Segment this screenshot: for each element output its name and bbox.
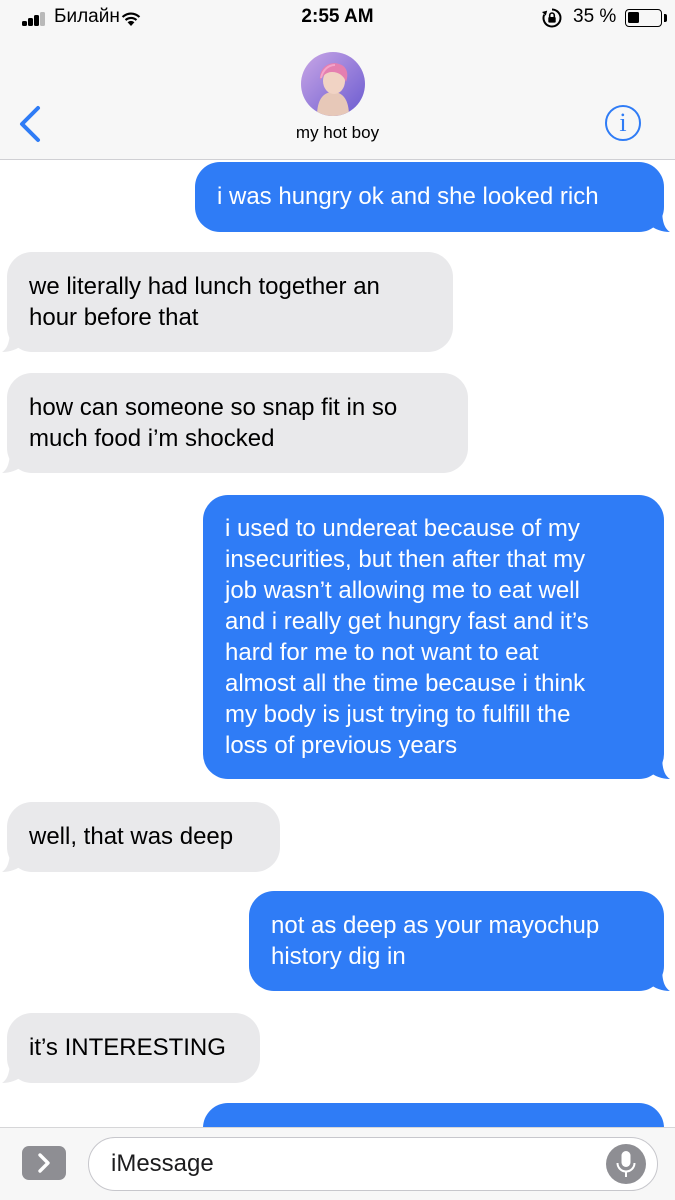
sent-bubble-tail [650, 966, 670, 991]
compose-bar [0, 1127, 675, 1200]
message-line: hour before that [29, 304, 199, 331]
message-input[interactable] [111, 1148, 591, 1180]
message-line: almost all the time because i think [225, 670, 586, 697]
battery-percent: 35 % [573, 6, 617, 27]
message-line: we literally had lunch together an [29, 273, 380, 300]
message-line: it’s INTERESTING [29, 1034, 226, 1061]
conversation-header: my hot boy i [0, 38, 675, 160]
message-bubble[interactable]: how can someone so snap fit in so much f… [7, 373, 468, 473]
message-bubble[interactable]: we literally had lunch together an hour … [7, 252, 453, 352]
battery-fill [628, 12, 639, 23]
battery-icon [625, 9, 662, 27]
message-bubble[interactable]: i was hungry ok and she looked rich [195, 162, 664, 232]
message-line: and i really get hungry fast and it’s [225, 608, 589, 635]
microphone-icon [616, 1151, 636, 1177]
received-bubble-tail [2, 448, 22, 473]
message-field[interactable] [88, 1137, 658, 1191]
sent-bubble-tail [650, 207, 670, 232]
message-bubble[interactable]: well, that was deep [7, 802, 280, 872]
message-line: my body is just trying to fulfill the [225, 701, 571, 728]
messages-screen: Билайн 2:55 AM 35 % my hot boy i i was h… [0, 0, 675, 1200]
contact-name[interactable]: my hot boy [0, 123, 675, 143]
apps-button[interactable] [22, 1146, 66, 1180]
message-bubble[interactable]: not as deep as your mayochup history dig… [249, 891, 664, 991]
battery-tip [664, 14, 667, 22]
message-line: i was hungry ok and she looked rich [217, 183, 599, 210]
message-line: insecurities, but then after that my [225, 546, 586, 573]
received-bubble-tail [2, 1058, 22, 1083]
message-line: much food i’m shocked [29, 425, 275, 452]
message-line: not as deep as your mayochup [271, 912, 600, 939]
status-bar: Билайн 2:55 AM 35 % [0, 0, 675, 38]
message-line: history dig in [271, 943, 406, 970]
rotation-lock-icon [542, 8, 562, 28]
message-line: job wasn’t allowing me to eat well [225, 577, 580, 604]
message-line: well, that was deep [29, 823, 234, 850]
received-bubble-tail [2, 847, 22, 872]
message-bubble[interactable]: i used to undereat because of my insecur… [203, 495, 664, 779]
message-bubble[interactable]: it’s INTERESTING [7, 1013, 260, 1083]
message-line: i used to undereat because of my [225, 515, 580, 542]
sent-bubble-tail [650, 754, 670, 779]
dictation-button[interactable] [606, 1144, 646, 1184]
message-line: loss of previous years [225, 732, 458, 759]
received-bubble-tail [2, 327, 22, 352]
info-icon[interactable]: i [605, 105, 641, 141]
message-line: how can someone so snap fit in so [29, 394, 398, 421]
chevron-right-icon [38, 1153, 50, 1173]
contact-avatar[interactable] [301, 52, 365, 116]
message-line: hard for me to not want to eat [225, 639, 539, 666]
